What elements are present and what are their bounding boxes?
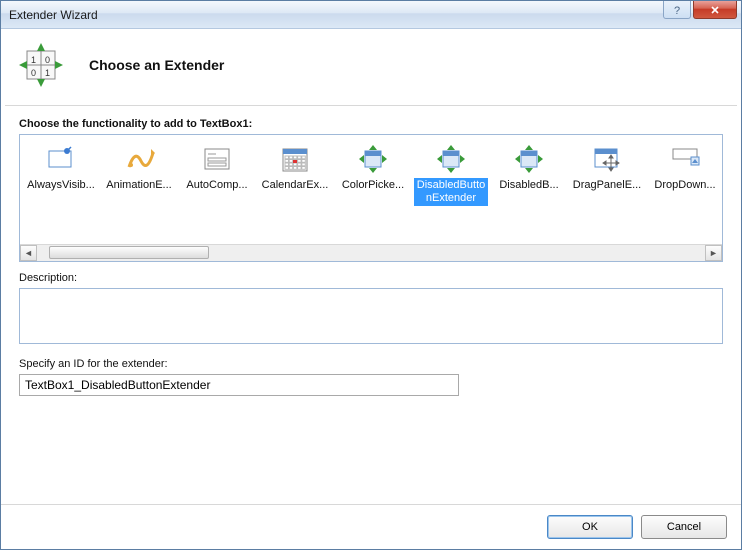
wizard-header: 1 0 0 1 Choose an Extender (1, 29, 741, 105)
extender-item-label: AnimationE... (102, 178, 176, 193)
scroll-left-arrow-icon[interactable]: ◄ (20, 245, 37, 261)
extender-wizard-window: Extender Wizard ? 1 0 0 1 (0, 0, 742, 550)
arrows-icon (513, 143, 545, 175)
extender-item-label: AlwaysVisib... (24, 178, 98, 193)
arrows-icon (357, 143, 389, 175)
functionality-label: Choose the functionality to add to TextB… (19, 118, 723, 130)
arrows-icon (435, 143, 467, 175)
cal-icon (279, 143, 311, 175)
extender-item[interactable]: DropDown... (646, 139, 723, 210)
extender-item[interactable]: AnimationE... (100, 139, 178, 210)
svg-text:1: 1 (45, 68, 50, 78)
extender-item-label: DragPanelE... (570, 178, 644, 193)
ok-button[interactable]: OK (547, 515, 633, 539)
extender-item[interactable]: DisabledB... (490, 139, 568, 210)
close-button[interactable] (693, 1, 737, 19)
scroll-thumb[interactable] (49, 246, 209, 259)
horizontal-scrollbar[interactable]: ◄ ► (20, 244, 722, 261)
form-icon (201, 143, 233, 175)
svg-text:1: 1 (31, 55, 36, 65)
titlebar-buttons: ? (663, 1, 741, 28)
extender-item[interactable]: ColorPicke... (334, 139, 412, 210)
extender-id-input[interactable] (19, 374, 459, 396)
extender-list[interactable]: AlwaysVisib... AnimationE... AutoComp... Ca… (19, 134, 723, 262)
extender-item-label: DropDown... (648, 178, 722, 193)
extender-item[interactable]: AlwaysVisib... (22, 139, 100, 210)
svg-text:0: 0 (31, 68, 36, 78)
extender-item-label: ColorPicke... (336, 178, 410, 193)
wizard-logo-icon: 1 0 0 1 (17, 41, 65, 89)
svg-text:?: ? (674, 5, 680, 16)
extender-item-label: CalendarEx... (258, 178, 332, 193)
wizard-content: Choose the functionality to add to TextB… (5, 105, 737, 504)
cancel-button[interactable]: Cancel (641, 515, 727, 539)
extender-item[interactable]: DisabledButtonExtender (412, 139, 490, 210)
svg-text:0: 0 (45, 55, 50, 65)
drop-icon (669, 143, 701, 175)
titlebar: Extender Wizard ? (1, 1, 741, 29)
window-title: Extender Wizard (9, 8, 663, 22)
id-label: Specify an ID for the extender: (19, 358, 723, 370)
scroll-right-arrow-icon[interactable]: ► (705, 245, 722, 261)
anim-icon (123, 143, 155, 175)
extender-item[interactable]: CalendarEx... (256, 139, 334, 210)
description-label: Description: (19, 272, 723, 284)
help-button[interactable]: ? (663, 1, 691, 19)
extender-item[interactable]: AutoComp... (178, 139, 256, 210)
pin-icon (45, 143, 77, 175)
scroll-track[interactable] (37, 245, 705, 261)
drag-icon (591, 143, 623, 175)
dialog-footer: OK Cancel (1, 504, 741, 549)
wizard-heading: Choose an Extender (89, 57, 224, 73)
extender-item[interactable]: DragPanelE... (568, 139, 646, 210)
extender-item-label: DisabledB... (492, 178, 566, 193)
extender-item-label: DisabledButtonExtender (414, 178, 488, 206)
extender-item-label: AutoComp... (180, 178, 254, 193)
description-box (19, 288, 723, 344)
